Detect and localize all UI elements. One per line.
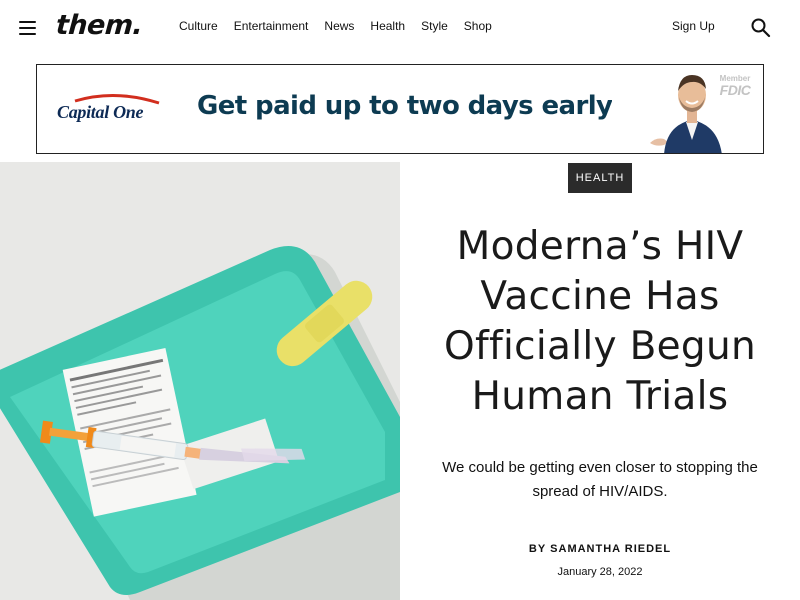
category-tag[interactable]: HEALTH: [568, 163, 632, 193]
sign-up-link[interactable]: Sign Up: [672, 19, 715, 33]
nav-item-culture[interactable]: Culture: [179, 19, 218, 33]
nav-item-shop[interactable]: Shop: [464, 19, 492, 33]
nav-item-health[interactable]: Health: [370, 19, 405, 33]
author-link[interactable]: SAMANTHA RIEDEL: [550, 543, 671, 555]
ad-spokesperson-image: [612, 65, 732, 153]
banner-ad[interactable]: Capital One Get paid up to two days earl…: [36, 64, 764, 154]
capital-one-logo: Capital One: [55, 93, 165, 127]
article-header: HEALTH Moderna’s HIV Vaccine Has Officia…: [400, 162, 800, 600]
nav-item-style[interactable]: Style: [421, 19, 448, 33]
ad-headline: Get paid up to two days early.: [197, 91, 620, 121]
ad-brand: Capital One: [57, 102, 144, 122]
site-header: them. Culture Entertainment News Health …: [0, 0, 800, 56]
hamburger-menu-icon[interactable]: [18, 18, 38, 36]
vaccine-tray-photo[interactable]: [0, 162, 400, 600]
byline: BY SAMANTHA RIEDEL: [400, 543, 800, 555]
article-dek: We could be getting even closer to stopp…: [442, 459, 758, 500]
nav-item-entertainment[interactable]: Entertainment: [234, 19, 309, 33]
fdic-badge: Member FDIC: [715, 75, 755, 98]
article-title: Moderna’s HIV Vaccine Has Officially Beg…: [443, 224, 757, 419]
nav-item-news[interactable]: News: [324, 19, 354, 33]
byline-prefix: BY: [528, 543, 547, 555]
publish-date: January 28, 2022: [557, 566, 643, 578]
site-logo[interactable]: them.: [55, 10, 144, 41]
fdic-label: FDIC: [719, 82, 751, 98]
search-icon[interactable]: [750, 17, 772, 39]
main-nav: Culture Entertainment News Health Style …: [179, 19, 508, 33]
